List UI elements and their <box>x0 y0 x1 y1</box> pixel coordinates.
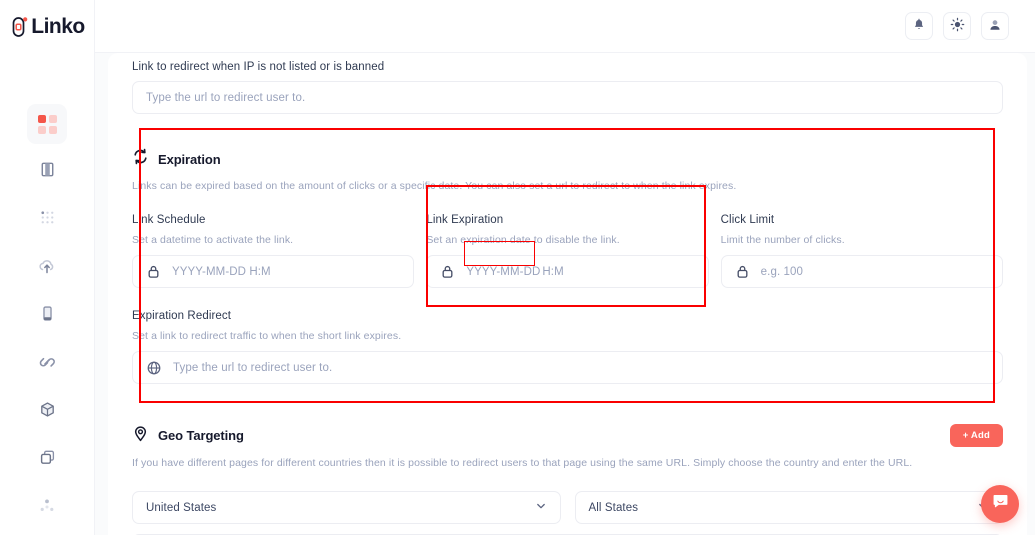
dots-grid-icon <box>38 208 57 232</box>
mobile-device-icon <box>38 304 57 328</box>
geo-description: If you have different pages for differen… <box>132 457 913 469</box>
cube-icon <box>38 400 57 424</box>
sidebar-item-upload[interactable] <box>27 248 67 288</box>
nodes-icon <box>37 496 57 521</box>
globe-icon <box>146 360 162 376</box>
geo-selects-row: United States All States <box>132 491 1003 524</box>
geo-title: Geo Targeting <box>158 428 244 443</box>
intercom-chat-button[interactable] <box>981 485 1019 523</box>
ip-redirect-label: Link to redirect when IP is not listed o… <box>132 61 385 73</box>
lock-icon <box>146 264 161 279</box>
refresh-cycle-icon <box>132 148 149 170</box>
top-header <box>95 0 1035 53</box>
geo-country-select[interactable]: United States <box>132 491 561 524</box>
click-limit-placeholder: e.g. 100 <box>760 265 804 278</box>
sidebar-item-dashboard[interactable] <box>27 104 67 144</box>
geo-country-value: United States <box>146 501 217 514</box>
link-expiration-label: Link Expiration <box>426 214 504 226</box>
sidebar-item-packages[interactable] <box>27 392 67 432</box>
geo-state-select[interactable]: All States <box>574 491 1003 524</box>
sidebar-item-integrations[interactable] <box>27 488 67 528</box>
link-schedule-hint: Set a datetime to activate the link. <box>132 234 294 246</box>
sun-icon <box>950 17 965 35</box>
link-expiration-hint: Set an expiration date to disable the li… <box>426 234 620 246</box>
app-root: Linko Link to redirect when IP is not li… <box>0 0 1035 535</box>
lock-icon <box>735 264 750 279</box>
link-expiration-placeholder-time: H:M <box>542 265 564 278</box>
cloud-upload-icon <box>37 256 57 281</box>
sidebar-item-links[interactable] <box>27 344 67 384</box>
expiration-redirect-label: Expiration Redirect <box>132 310 232 322</box>
card-content: Link to redirect when IP is not listed o… <box>108 53 1027 535</box>
expiration-redirect-placeholder: Type the url to redirect user to. <box>173 361 333 374</box>
chevron-down-icon <box>535 500 547 515</box>
sidebar: Linko <box>0 0 95 535</box>
link-chain-icon <box>37 352 57 377</box>
brand-name: Linko <box>31 14 85 38</box>
click-limit-group: Click Limit Limit the number of clicks. … <box>720 214 1003 288</box>
link-schedule-group: Link Schedule Set a datetime to activate… <box>132 214 415 288</box>
sidebar-item-library[interactable] <box>27 152 67 192</box>
sidebar-nav <box>0 53 94 535</box>
brand-logo[interactable]: Linko <box>0 0 94 53</box>
expiration-description: Links can be expired based on the amount… <box>132 180 737 192</box>
bell-icon <box>912 18 926 35</box>
expiration-title: Expiration <box>158 151 221 167</box>
add-geo-rule-button[interactable]: + Add <box>949 424 1003 447</box>
link-settings-card: Link to redirect when IP is not listed o… <box>108 53 1027 535</box>
expiration-section: Expiration Links can be expired based on… <box>132 148 1003 384</box>
geo-state-value: All States <box>588 501 639 514</box>
sidebar-item-apps[interactable] <box>27 200 67 240</box>
link-schedule-placeholder: YYYY-MM-DD H:M <box>172 265 271 278</box>
link-expiration-placeholder-date: YYYY-MM-DD <box>466 265 541 278</box>
ip-redirect-input[interactable]: Type the url to redirect user to. <box>132 81 1003 114</box>
page-scroll-area[interactable]: Link to redirect when IP is not listed o… <box>95 53 1035 535</box>
click-limit-hint: Limit the number of clicks. <box>720 234 845 246</box>
expiration-redirect-group: Expiration Redirect Set a link to redire… <box>132 310 1003 384</box>
sidebar-item-duplicate[interactable] <box>27 440 67 480</box>
geo-heading: Geo Targeting <box>132 425 244 447</box>
book-icon <box>38 160 57 184</box>
user-icon <box>988 18 1002 35</box>
dashboard-grid-icon <box>37 114 57 134</box>
click-limit-label: Click Limit <box>720 214 775 226</box>
ip-redirect-group: Link to redirect when IP is not listed o… <box>132 53 1003 114</box>
linko-paperclip-icon <box>11 16 28 38</box>
link-expiration-input[interactable]: YYYY-MM-DD H:M <box>426 255 709 288</box>
link-expiration-group: Link Expiration Set an expiration date t… <box>426 214 709 288</box>
geo-heading-row: Geo Targeting + Add <box>132 424 1003 447</box>
link-schedule-label: Link Schedule <box>132 214 206 226</box>
expiration-redirect-hint: Set a link to redirect traffic to when t… <box>132 330 402 342</box>
expiration-heading: Expiration <box>132 148 1003 170</box>
link-schedule-input[interactable]: YYYY-MM-DD H:M <box>132 255 415 288</box>
notifications-button[interactable] <box>905 12 933 40</box>
ip-redirect-placeholder: Type the url to redirect user to. <box>146 91 306 104</box>
sidebar-item-devices[interactable] <box>27 296 67 336</box>
chat-bubble-icon <box>991 492 1010 516</box>
lock-icon <box>440 264 455 279</box>
theme-toggle-button[interactable] <box>943 12 971 40</box>
expiration-fields-row: Link Schedule Set a datetime to activate… <box>132 214 1003 288</box>
click-limit-input[interactable]: e.g. 100 <box>720 255 1003 288</box>
geo-targeting-section: Geo Targeting + Add If you have differen… <box>132 424 1003 535</box>
account-button[interactable] <box>981 12 1009 40</box>
map-pin-icon <box>132 425 149 447</box>
expiration-redirect-input[interactable]: Type the url to redirect user to. <box>132 351 1003 384</box>
copy-layers-icon <box>38 448 57 472</box>
